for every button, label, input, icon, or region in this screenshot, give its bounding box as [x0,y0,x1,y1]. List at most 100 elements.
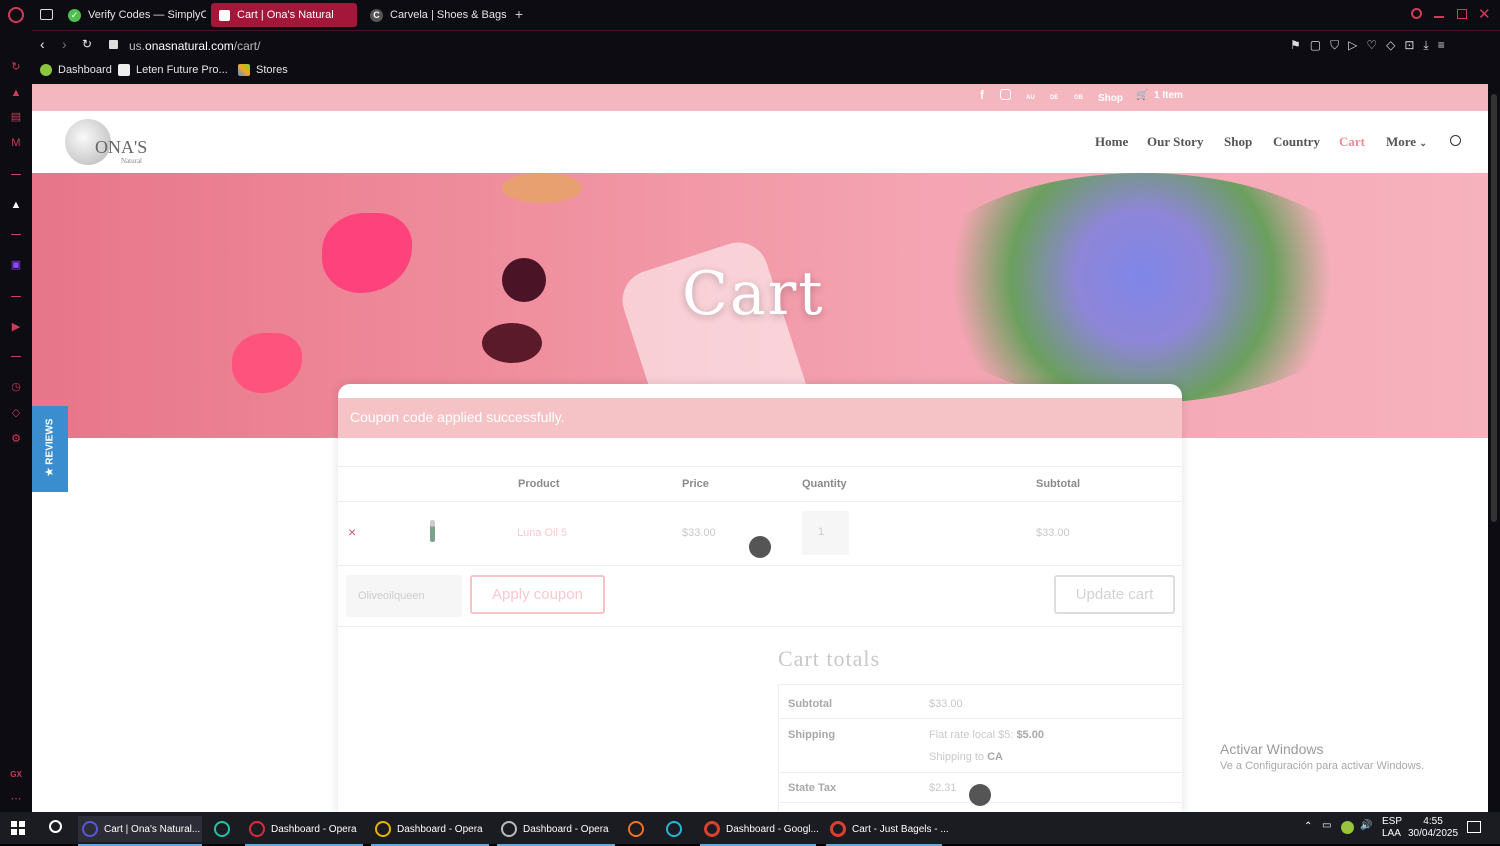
bookmark-dashboard[interactable]: Dashboard [40,64,112,76]
quantity-input[interactable]: 1 [802,511,849,555]
carvela-favicon-icon: C [370,8,383,22]
settings-icon[interactable]: ⚙ [9,432,23,446]
language-indicator[interactable]: ESP LAA [1382,816,1402,840]
notifications-icon[interactable] [1467,821,1481,833]
clock[interactable]: 4:55 30/04/2025 [1408,816,1458,840]
network-icon[interactable]: ▭ [1322,820,1331,831]
product-thumbnail-icon[interactable] [430,520,435,542]
volume-icon[interactable]: 🔊 [1360,820,1372,831]
leaf-decoration-icon [482,323,542,363]
gx-icon[interactable]: GX [9,768,23,782]
opera-icon [501,821,517,837]
remove-item-button[interactable]: × [348,524,356,540]
back-icon[interactable]: ‹ [40,36,45,52]
table-divider [338,565,1182,566]
tab-verify-codes[interactable]: ✓ Verify Codes — SimplyCo [60,3,206,27]
opera-logo-icon[interactable] [8,7,24,23]
topstrip-shop-link[interactable]: Shop [1098,93,1123,104]
tray-app-icon[interactable] [1341,821,1354,834]
restore-button[interactable] [1457,9,1467,19]
update-cart-button[interactable]: Update cart [1054,575,1175,614]
opera-blue-pinned-icon[interactable] [662,816,690,842]
mail-icon[interactable]: M [9,136,23,150]
coupon-code-input[interactable]: Oliveoilqueen [346,575,462,617]
cart-icon[interactable]: 🛒 [1136,90,1148,101]
speed-dial-icon[interactable]: ↻ [9,60,23,74]
opera-orange-pinned-icon[interactable] [624,816,652,842]
reload-icon[interactable]: ↻ [82,37,92,51]
taskbar-item-chrome-cart[interactable]: Cart - Just Bagels - ... [826,816,949,846]
new-tab-button[interactable]: + [512,7,526,21]
snapshot-icon[interactable]: ▢ [1310,38,1330,52]
facebook-icon[interactable]: f [980,88,984,102]
bookmark-leten[interactable]: Leten Future Pro... [118,64,228,76]
taskbar-item-dashboard-1[interactable]: Dashboard - Opera [245,816,363,846]
shield-icon[interactable]: ⛉ [1330,38,1348,52]
flower-decoration-icon [322,213,412,293]
download-icon[interactable]: ⤓ [1423,38,1437,52]
minimize-button[interactable] [1434,16,1444,18]
heart-icon[interactable]: ♡ [1366,38,1386,52]
web-page: f AU DE GB Shop 🛒 1 Item ONA'S Natural H… [32,84,1488,812]
table-divider [338,466,1182,467]
nav-shop[interactable]: Shop [1224,134,1252,150]
page-scrollbar[interactable] [1488,84,1500,812]
taskbar-item-cart[interactable]: Cart | Ona's Natural... [78,816,202,846]
table-divider [338,626,1182,627]
chrome-icon [830,821,846,837]
player-icon[interactable]: ▶ [9,320,23,334]
start-button-icon[interactable] [11,821,25,835]
close-window-button[interactable]: ✕ [1478,5,1491,23]
taskbar-item-dashboard-2[interactable]: Dashboard - Opera [371,816,489,846]
forward-icon[interactable]: › [62,36,67,52]
sidebar-divider [11,296,21,297]
news-icon[interactable]: ▤ [9,110,23,124]
play-icon[interactable]: ▷ [1348,38,1366,52]
pin-icon[interactable]: ⚑ [1290,38,1310,52]
search-icon[interactable] [1450,135,1461,146]
tab-cart[interactable]: Cart | Ona's Natural [211,3,357,27]
nav-country[interactable]: Country [1273,134,1320,150]
site-logo[interactable]: ONA'S Natural [65,119,155,167]
chrome-icon [704,821,720,837]
flag-de[interactable]: DE [1050,95,1058,101]
nav-cart[interactable]: Cart [1339,134,1365,150]
cart-count[interactable]: 1 Item [1154,90,1183,101]
wallet-icon[interactable]: ⊡ [1404,38,1423,52]
opera-gx-pinned-icon[interactable] [210,816,238,842]
nav-our-story[interactable]: Our Story [1147,134,1203,150]
header-product: Product [518,478,560,490]
history-icon[interactable]: ◷ [9,380,23,394]
apply-coupon-button[interactable]: Apply coupon [470,575,605,614]
toolbar-icons: ⚑▢⛉▷♡◇⊡⤓≡ [1290,38,1454,53]
flag-au[interactable]: AU [1026,95,1035,101]
extensions-icon[interactable]: ◇ [9,406,23,420]
workspaces-icon[interactable] [40,9,53,20]
more-icon[interactable]: ⋯ [9,792,23,806]
twitch-icon[interactable]: ▣ [9,258,23,272]
product-name-link[interactable]: Luna Oil 5 [517,527,567,539]
scroll-thumb[interactable] [1491,94,1497,522]
tab-carvela[interactable]: C Carvela | Shoes & Bags [362,3,508,27]
tray-chevron-up-icon[interactable]: ⌃ [1304,821,1312,832]
aria-icon[interactable]: ▲ [9,86,23,100]
bookmark-stores[interactable]: Stores [238,64,288,76]
search-tabs-icon[interactable] [1411,8,1422,19]
url-field[interactable]: us.onasnatural.com/cart/ [129,39,260,53]
lavender-plant-icon [912,173,1372,403]
extensions-toolbar-icon[interactable]: ◇ [1386,38,1404,52]
reviews-tab[interactable]: ★ REVIEWS [32,406,68,492]
taskbar-item-dashboard-3[interactable]: Dashboard - Opera [497,816,615,846]
lock-icon[interactable] [109,40,118,49]
loading-spinner-icon [969,784,991,806]
nav-more[interactable]: More ⌄ [1386,134,1427,150]
nav-home[interactable]: Home [1095,134,1128,150]
taskbar-item-chrome-dashboard[interactable]: Dashboard - Googl... [700,816,819,846]
instagram-icon[interactable] [1000,89,1011,100]
search-taskbar-icon[interactable] [49,820,62,833]
flag-gb[interactable]: GB [1074,95,1083,101]
header-subtotal: Subtotal [1036,478,1080,490]
menu-icon[interactable]: ≡ [1438,38,1454,52]
app-icon[interactable]: ▲ [9,198,23,212]
flower-decoration-icon [232,333,302,393]
